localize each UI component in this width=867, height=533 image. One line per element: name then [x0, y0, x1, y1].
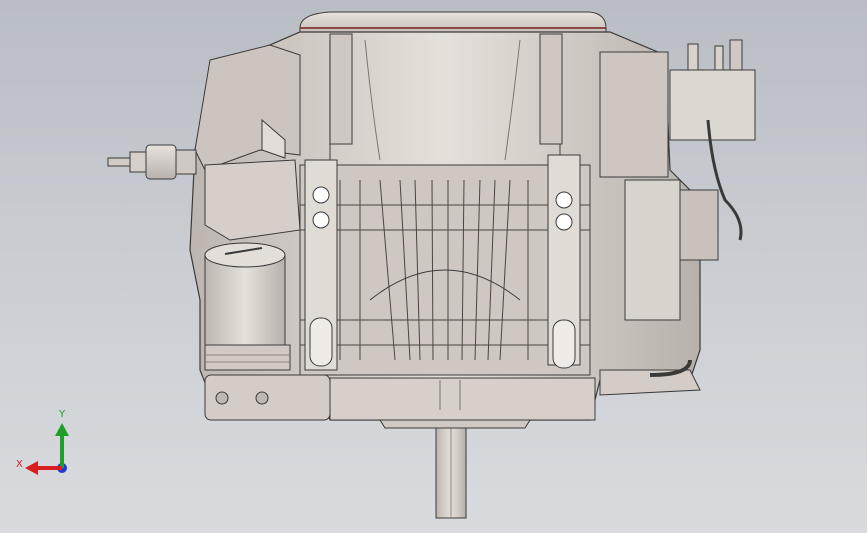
mount-post-left — [304, 159, 338, 371]
reference-triad: Y X — [16, 409, 69, 475]
fuel-fitting-left — [107, 144, 197, 180]
air-filter-cylinder — [204, 242, 291, 371]
x-axis-label: X — [16, 459, 23, 470]
engine-model[interactable] — [0, 0, 867, 533]
lower-left-bracket — [204, 374, 331, 421]
graphics-viewport[interactable]: Y X — [0, 0, 867, 533]
cylinder-fins — [299, 164, 591, 376]
y-axis-label: Y — [58, 409, 66, 420]
engine-base — [329, 377, 596, 429]
mount-post-right — [547, 154, 581, 369]
